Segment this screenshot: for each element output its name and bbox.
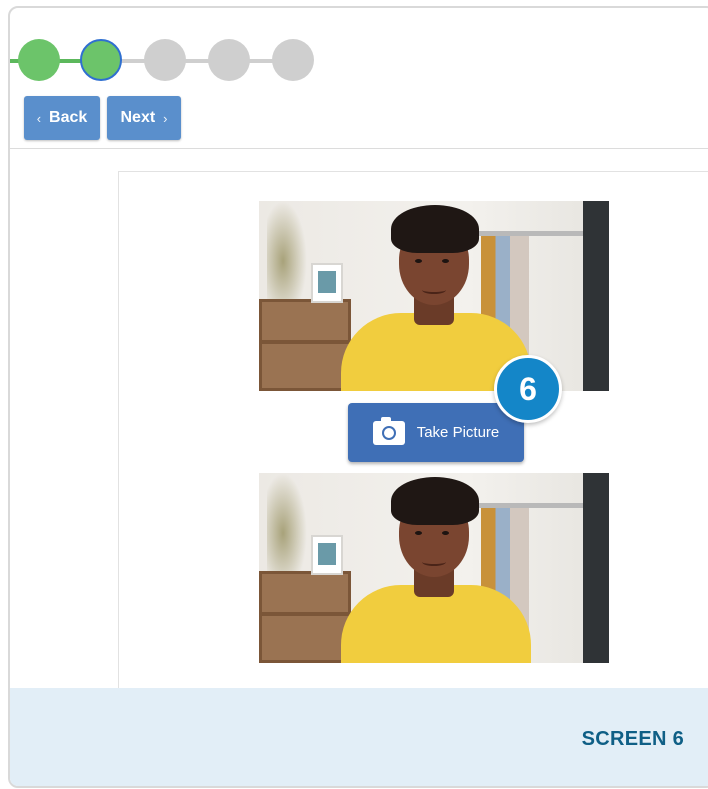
take-picture-label: Take Picture	[416, 424, 500, 441]
screen-footer: SCREEN 6	[10, 688, 708, 786]
chevron-left-icon: ‹	[36, 110, 42, 126]
step-2-current	[80, 39, 122, 81]
screen-label: SCREEN 6	[581, 728, 684, 750]
back-button-label: Back	[49, 109, 88, 126]
camera-icon	[372, 416, 405, 445]
next-button-label: Next	[120, 109, 156, 126]
step-5-pending	[272, 39, 314, 81]
step-callout-badge: 6	[494, 355, 562, 423]
chevron-right-icon: ›	[163, 110, 168, 126]
header-divider	[10, 148, 708, 149]
step-4-pending	[208, 39, 250, 81]
progress-stepper	[10, 36, 320, 86]
step-3-pending	[144, 39, 186, 81]
next-button[interactable]: Next ›	[107, 96, 181, 140]
wizard-frame: ‹ Back Next › Take Picture 6 SCREEN 6	[8, 6, 708, 788]
captured-photo	[259, 473, 609, 663]
take-picture-button[interactable]: Take Picture	[348, 403, 524, 462]
camera-preview	[259, 201, 609, 391]
step-1-complete	[18, 39, 60, 81]
back-button[interactable]: ‹ Back	[24, 96, 100, 140]
